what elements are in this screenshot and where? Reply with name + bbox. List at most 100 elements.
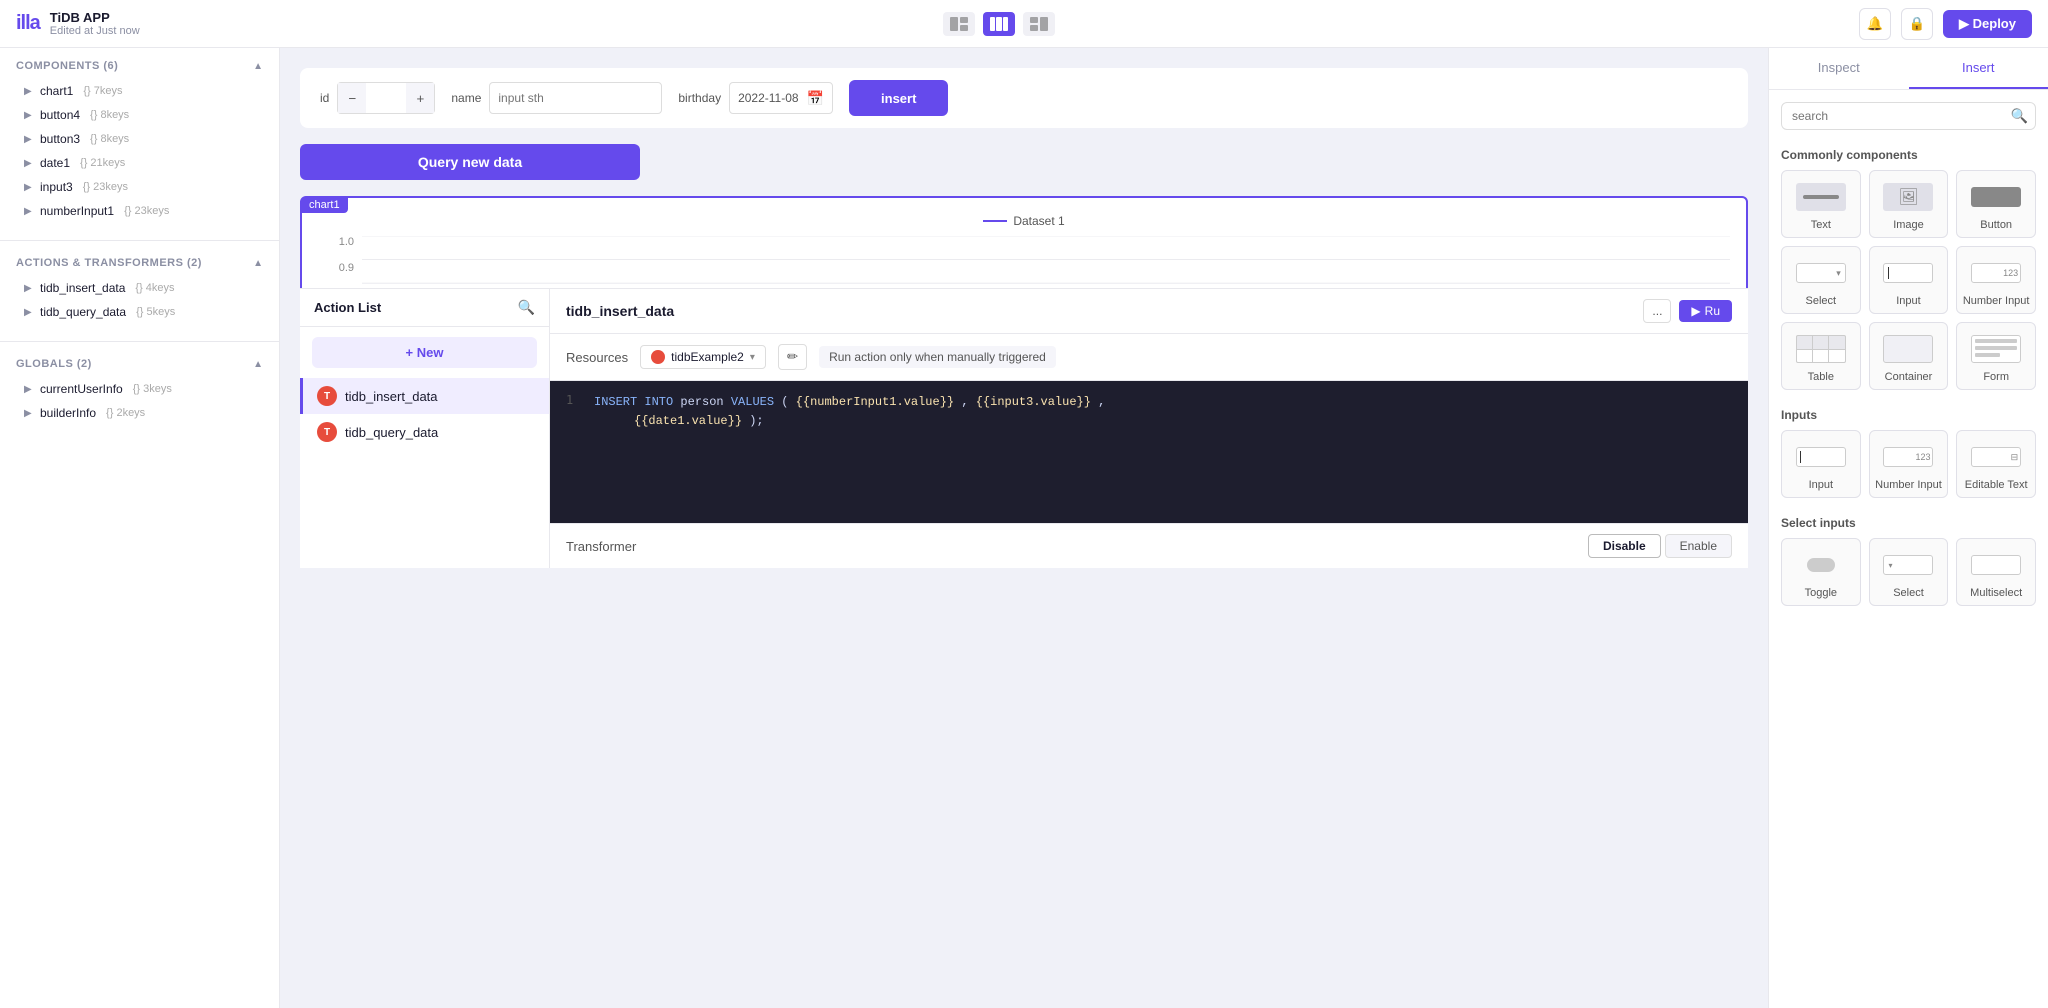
topbar-left: illa TiDB APP Edited at Just now <box>16 10 140 37</box>
share-btn[interactable]: 🔒 <box>1901 8 1933 40</box>
toggle-label: Toggle <box>1805 587 1837 599</box>
chart-label-tag: chart1 <box>301 197 348 213</box>
enable-button[interactable]: Enable <box>1665 534 1732 558</box>
component-date1[interactable]: ▶ date1 {} 21keys <box>16 152 263 174</box>
component-card-text[interactable]: Text <box>1781 170 1861 238</box>
legend-line <box>983 220 1007 222</box>
code-line-1: 1 INSERT INTO person VALUES ( {{numberIn… <box>566 393 1732 412</box>
action-editor-header: tidb_insert_data ... ▶ Ru <box>550 289 1748 334</box>
search-input[interactable] <box>1781 102 2036 130</box>
right-tabs: Inspect Insert <box>1769 48 2048 90</box>
canvas-content: id − + name birthday 2022-11-08 📅 <box>300 68 1748 568</box>
button-preview <box>1966 179 2026 215</box>
layout-btn-left[interactable] <box>943 12 975 36</box>
image-label: Image <box>1893 219 1924 231</box>
action-item-insert[interactable]: T tidb_insert_data <box>300 378 549 414</box>
tab-insert[interactable]: Insert <box>1909 48 2048 89</box>
inputs-section-title: Inputs <box>1769 402 2048 430</box>
deploy-button[interactable]: ▶ Deploy <box>1943 10 2032 38</box>
code-editor[interactable]: 1 INSERT INTO person VALUES ( {{numberIn… <box>550 381 1748 523</box>
resource-select[interactable]: tidbExample2 ▾ <box>640 345 766 369</box>
name-input[interactable] <box>489 82 662 114</box>
component-card-form[interactable]: Form <box>1956 322 2036 390</box>
globals-section: GLOBALS (2) ▲ ▶ currentUserInfo {} 3keys… <box>0 346 279 438</box>
action-search-icon[interactable]: 🔍 <box>518 299 535 316</box>
input-card[interactable]: Input <box>1781 430 1861 498</box>
toggle-buttons: Disable Enable <box>1588 534 1732 558</box>
action-tidb-query[interactable]: ▶ tidb_query_data {} 5keys <box>16 301 263 323</box>
right-panel: Inspect Insert 🔍 Commonly components Tex… <box>1768 48 2048 1008</box>
collapse-icon: ▲ <box>253 61 263 72</box>
run-button[interactable]: ▶ Ru <box>1679 300 1732 322</box>
component-card-input[interactable]: Input <box>1869 246 1949 314</box>
component-card-select[interactable]: ▾ Select <box>1781 246 1861 314</box>
components-header[interactable]: COMPONENTS (6) ▲ <box>16 60 263 72</box>
action-controls: ... ▶ Ru <box>1643 299 1732 323</box>
global-builderInfo[interactable]: ▶ builderInfo {} 2keys <box>16 402 263 424</box>
action-list-title: Action List <box>314 300 381 315</box>
component-card-number-input[interactable]: 123 Number Input <box>1956 246 2036 314</box>
editable-text-label: Editable Text <box>1965 479 2028 491</box>
select-card[interactable]: ▾ Select <box>1869 538 1949 606</box>
container-label: Container <box>1885 371 1933 383</box>
number-input-card[interactable]: 123 Number Input <box>1869 430 1949 498</box>
component-button3[interactable]: ▶ button3 {} 8keys <box>16 128 263 150</box>
disable-button[interactable]: Disable <box>1588 534 1661 558</box>
component-card-table[interactable]: Table <box>1781 322 1861 390</box>
chart-legend: Dataset 1 <box>318 214 1730 228</box>
app-title: TiDB APP <box>50 10 140 25</box>
action-query-label: tidb_query_data <box>345 425 438 440</box>
birthday-date-input[interactable]: 2022-11-08 📅 <box>729 82 833 114</box>
component-button4[interactable]: ▶ button4 {} 8keys <box>16 104 263 126</box>
left-panel: COMPONENTS (6) ▲ ▶ chart1 {} 7keys ▶ but… <box>0 48 280 1008</box>
action-tidb-insert[interactable]: ▶ tidb_insert_data {} 4keys <box>16 277 263 299</box>
multiselect-preview <box>1966 547 2026 583</box>
action-item-query[interactable]: T tidb_query_data <box>300 414 549 450</box>
query-new-data-button[interactable]: Query new data <box>300 144 640 180</box>
commonly-components-grid: Text 🖼 Image Button <box>1769 170 2048 402</box>
id-decrement-btn[interactable]: − <box>338 83 366 113</box>
image-preview: 🖼 <box>1878 179 1938 215</box>
legend-label: Dataset 1 <box>1013 214 1064 228</box>
more-button[interactable]: ... <box>1643 299 1671 323</box>
select-inputs-grid: Toggle ▾ Select Multiselect <box>1769 538 2048 618</box>
global-currentUserInfo[interactable]: ▶ currentUserInfo {} 3keys <box>16 378 263 400</box>
layout-btn-right[interactable] <box>1023 12 1055 36</box>
component-card-image[interactable]: 🖼 Image <box>1869 170 1949 238</box>
toggle-card[interactable]: Toggle <box>1781 538 1861 606</box>
tab-inspect[interactable]: Inspect <box>1769 48 1909 89</box>
action-editor-name: tidb_insert_data <box>566 303 674 319</box>
id-number-input[interactable]: − + <box>337 82 435 114</box>
component-chart1[interactable]: ▶ chart1 {} 7keys <box>16 80 263 102</box>
edit-resource-button[interactable]: ✏ <box>778 344 807 370</box>
select-preview: ▾ <box>1791 255 1851 291</box>
new-action-button[interactable]: + New <box>312 337 537 368</box>
component-input3[interactable]: ▶ input3 {} 23keys <box>16 176 263 198</box>
logo-mark: illa <box>16 12 40 35</box>
insert-button[interactable]: insert <box>849 80 948 116</box>
run-label: Ru <box>1705 304 1720 318</box>
globals-title: GLOBALS (2) <box>16 358 92 370</box>
actions-header[interactable]: ACTIONS & TRANSFORMERS (2) ▲ <box>16 257 263 269</box>
editable-text-preview: ⊟ <box>1966 439 2026 475</box>
text-label: Text <box>1811 219 1831 231</box>
component-numberInput1[interactable]: ▶ numberInput1 {} 23keys <box>16 200 263 222</box>
actions-list: ▶ tidb_insert_data {} 4keys ▶ tidb_query… <box>16 277 263 323</box>
number-input-preview: 123 <box>1966 255 2026 291</box>
number-input-card-preview: 123 <box>1878 439 1938 475</box>
editable-text-card[interactable]: ⊟ Editable Text <box>1956 430 2036 498</box>
id-input[interactable] <box>366 91 406 105</box>
components-title: COMPONENTS (6) <box>16 60 118 72</box>
globals-header[interactable]: GLOBALS (2) ▲ <box>16 358 263 370</box>
id-label: id <box>320 91 329 105</box>
component-card-container[interactable]: Container <box>1869 322 1949 390</box>
layout-btn-center[interactable] <box>983 12 1015 36</box>
action-query-icon: T <box>317 422 337 442</box>
component-card-button[interactable]: Button <box>1956 170 2036 238</box>
manual-trigger-label: Run action only when manually triggered <box>819 346 1056 368</box>
id-increment-btn[interactable]: + <box>406 83 434 113</box>
multiselect-card[interactable]: Multiselect <box>1956 538 2036 606</box>
action-editor: tidb_insert_data ... ▶ Ru Resources <box>550 289 1748 568</box>
notification-btn[interactable]: 🔔 <box>1859 8 1891 40</box>
illa-logo: illa <box>16 12 40 35</box>
